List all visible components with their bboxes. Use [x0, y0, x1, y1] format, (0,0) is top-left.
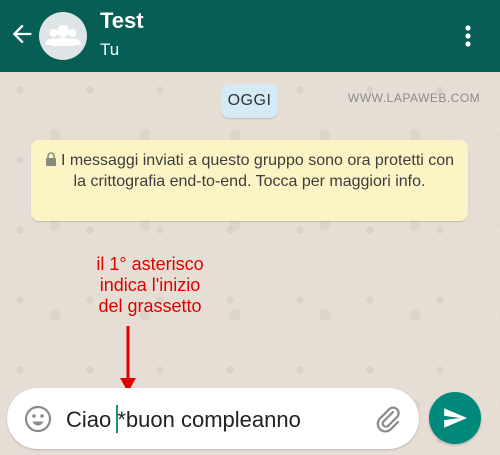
- annotation-line: indica l'inizio: [99, 275, 201, 295]
- attach-icon[interactable]: [374, 404, 404, 434]
- emoji-icon[interactable]: [24, 405, 52, 433]
- arrow-back-icon[interactable]: [8, 20, 36, 48]
- encryption-notice-text: I messaggi inviati a questo gruppo sono …: [60, 152, 455, 190]
- more-vert-icon[interactable]: [458, 20, 478, 52]
- lock-icon: [45, 152, 56, 166]
- chat-title[interactable]: Test: [100, 8, 144, 34]
- annotation-arrow: [120, 326, 136, 392]
- date-chip: OGGI: [221, 84, 278, 118]
- group-avatar-icon[interactable]: [39, 12, 87, 60]
- send-icon: [444, 408, 467, 428]
- message-input[interactable]: Ciao *buon compleanno: [66, 405, 301, 433]
- encryption-notice[interactable]: I messaggi inviati a questo gruppo sono …: [31, 140, 468, 221]
- annotation-text: il 1° asterisco indica l'inizio del gras…: [40, 254, 260, 317]
- message-composer: Ciao *buon compleanno: [7, 388, 419, 449]
- chat-header: Test Tu: [0, 0, 500, 72]
- input-text-before-cursor: Ciao: [66, 407, 118, 432]
- input-text-after-cursor: *buon compleanno: [117, 407, 301, 432]
- watermark: WWW.LAPAWEB.COM: [348, 91, 481, 105]
- send-button[interactable]: [429, 392, 481, 444]
- annotation-line: il 1° asterisco: [96, 254, 204, 274]
- chat-subtitle[interactable]: Tu: [100, 40, 119, 60]
- annotation-line: del grassetto: [98, 296, 202, 316]
